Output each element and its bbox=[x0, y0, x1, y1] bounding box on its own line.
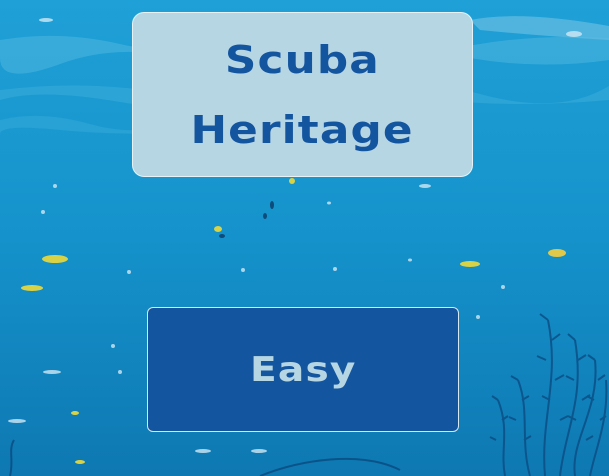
easy-difficulty-button[interactable]: Easy bbox=[147, 307, 459, 432]
difficulty-button-label: Easy bbox=[249, 349, 357, 390]
game-title-line-2: Heritage bbox=[190, 107, 415, 152]
game-title-line-1: Scuba bbox=[224, 37, 381, 82]
title-card: Scuba Heritage bbox=[132, 12, 473, 177]
